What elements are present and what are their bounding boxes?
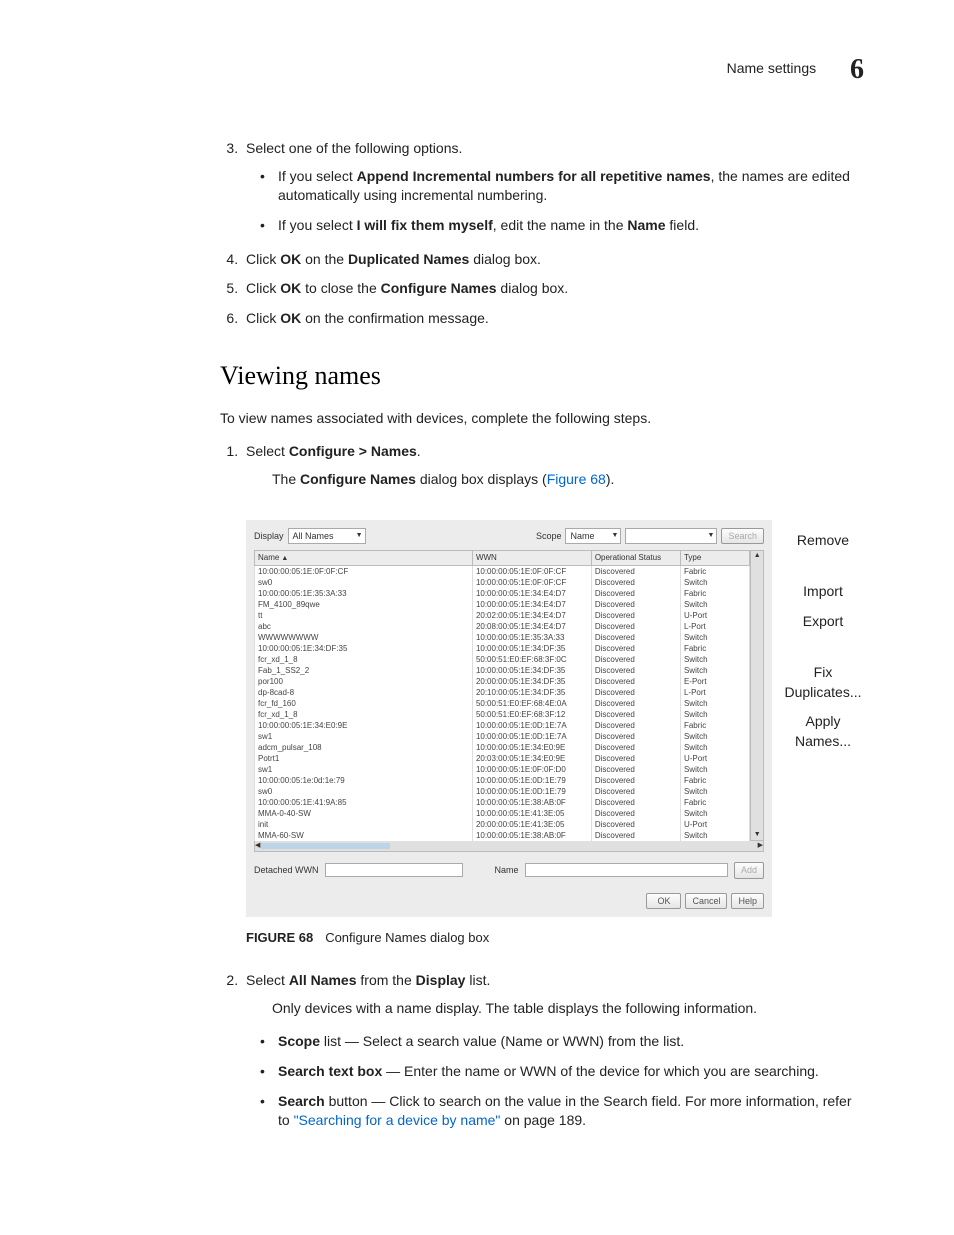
table-row[interactable]: por10020:00:00:05:1E:34:DF:35DiscoveredE…: [255, 676, 750, 687]
help-button[interactable]: Help: [731, 893, 764, 910]
table-row[interactable]: 10:00:00:05:1E:41:9A:8510:00:00:05:1E:38…: [255, 797, 750, 808]
header-section: Name settings: [727, 59, 816, 79]
section-intro: To view names associated with devices, c…: [220, 409, 864, 429]
horizontal-scrollbar[interactable]: ◀ ▶: [254, 840, 764, 852]
table-row[interactable]: 10:00:00:05:1E:34:E0:9E10:00:00:05:1E:0D…: [255, 720, 750, 731]
name-label: Name: [495, 864, 519, 877]
info-bullet-scope: Scope list — Select a search value (Name…: [278, 1032, 864, 1052]
table-row[interactable]: 10:00:00:05:1E:35:3A:3310:00:00:05:1E:34…: [255, 588, 750, 599]
table-row[interactable]: fcr_fd_16050:00:51:E0:EF:68:4E:0ADiscove…: [255, 698, 750, 709]
section-heading: Viewing names: [220, 358, 864, 394]
display-label: Display: [254, 530, 284, 543]
table-row[interactable]: abc20:08:00:05:1E:34:E4:D7DiscoveredL-Po…: [255, 621, 750, 632]
table-row[interactable]: MMA-0-40-SW10:00:00:05:1E:41:3E:05Discov…: [255, 808, 750, 819]
scope-label: Scope: [536, 530, 562, 543]
col-name[interactable]: Name▲: [255, 551, 473, 566]
table-row[interactable]: sw110:00:00:05:1E:0D:1E:7ADiscoveredSwit…: [255, 731, 750, 742]
chapter-number: 6: [850, 50, 864, 89]
table-row[interactable]: init20:00:00:05:1E:41:3E:05DiscoveredU-P…: [255, 819, 750, 830]
scroll-down-icon[interactable]: ▼: [754, 830, 761, 840]
figure-link[interactable]: Figure 68: [547, 471, 606, 487]
table-row[interactable]: 10:00:00:05:1E:0F:0F:CF10:00:00:05:1E:0F…: [255, 565, 750, 577]
fix-duplicates-button[interactable]: Fix Duplicates...: [782, 662, 864, 703]
scroll-right-icon[interactable]: ▶: [758, 841, 763, 851]
add-button[interactable]: Add: [734, 862, 764, 879]
table-row[interactable]: FM_4100_89qwe10:00:00:05:1E:34:E4:D7Disc…: [255, 599, 750, 610]
sort-asc-icon: ▲: [281, 555, 288, 562]
table-row[interactable]: Potrt120:03:00:05:1E:34:E0:9EDiscoveredU…: [255, 753, 750, 764]
scope-dropdown[interactable]: Name: [565, 528, 621, 544]
step-4: Click OK on the Duplicated Names dialog …: [242, 250, 864, 270]
info-bullet-searchbox: Search text box — Enter the name or WWN …: [278, 1062, 864, 1082]
import-button[interactable]: Import: [782, 581, 864, 603]
names-table: Name▲ WWN Operational Status Type 10:00:…: [254, 550, 750, 841]
col-status[interactable]: Operational Status: [591, 551, 680, 566]
configure-names-dialog: Display All Names Scope Name Search Name…: [246, 504, 864, 926]
remove-button[interactable]: Remove: [782, 530, 864, 552]
detached-wwn-label: Detached WWN: [254, 864, 319, 877]
display-dropdown[interactable]: All Names: [288, 528, 366, 544]
step3-bullet1: If you select Append Incremental numbers…: [278, 167, 864, 206]
table-row[interactable]: 10:00:00:05:1E:34:DF:3510:00:00:05:1E:34…: [255, 643, 750, 654]
table-row[interactable]: sw110:00:00:05:1E:0F:0F:D0DiscoveredSwit…: [255, 764, 750, 775]
col-type[interactable]: Type: [680, 551, 749, 566]
page-header: Name settings 6: [220, 50, 864, 89]
table-row[interactable]: adcm_pulsar_10810:00:00:05:1E:34:E0:9EDi…: [255, 742, 750, 753]
step-b2: Select All Names from the Display list. …: [242, 971, 864, 1131]
table-row[interactable]: sw010:00:00:05:1E:0F:0F:CFDiscoveredSwit…: [255, 577, 750, 588]
search-reference-link[interactable]: "Searching for a device by name": [294, 1112, 501, 1128]
table-row[interactable]: WWWWWWWW10:00:00:05:1E:35:3A:33Discovere…: [255, 632, 750, 643]
table-row[interactable]: 10:00:00:05:1e:0d:1e:7910:00:00:05:1E:0D…: [255, 775, 750, 786]
table-row[interactable]: fcr_xd_1_850:00:51:E0:EF:68:3F:12Discove…: [255, 709, 750, 720]
step-b1: Select Configure > Names. The Configure …: [242, 442, 864, 947]
export-button[interactable]: Export: [782, 611, 864, 633]
scroll-up-icon[interactable]: ▲: [754, 551, 761, 561]
side-button-panel: Remove Import Export Fix Duplicates... A…: [782, 504, 864, 753]
steps-list-b: Select Configure > Names. The Configure …: [220, 442, 864, 1131]
detached-wwn-input[interactable]: [325, 863, 463, 877]
apply-names-button[interactable]: Apply Names...: [782, 711, 864, 752]
info-bullet-searchbtn: Search button — Click to search on the v…: [278, 1092, 864, 1131]
scope-value-dropdown[interactable]: [625, 528, 717, 544]
table-row[interactable]: sw010:00:00:05:1E:0D:1E:79DiscoveredSwit…: [255, 786, 750, 797]
table-row[interactable]: MMA-60-SW10:00:00:05:1E:38:AB:0FDiscover…: [255, 830, 750, 841]
col-wwn[interactable]: WWN: [472, 551, 591, 566]
step3-bullet2: If you select I will fix them myself, ed…: [278, 216, 864, 236]
table-row[interactable]: dp-8cad-820:10:00:05:1E:34:DF:35Discover…: [255, 687, 750, 698]
step-6: Click OK on the confirmation message.: [242, 309, 864, 329]
vertical-scrollbar[interactable]: ▲ ▼: [750, 550, 764, 841]
step-5: Click OK to close the Configure Names di…: [242, 279, 864, 299]
figure-caption: FIGURE 68Configure Names dialog box: [246, 929, 864, 947]
ok-button[interactable]: OK: [646, 893, 681, 910]
scroll-left-icon[interactable]: ◀: [255, 841, 260, 851]
step-3: Select one of the following options. If …: [242, 139, 864, 235]
table-row[interactable]: Fab_1_SS2_210:00:00:05:1E:34:DF:35Discov…: [255, 665, 750, 676]
name-input[interactable]: [525, 863, 728, 877]
table-row[interactable]: fcr_xd_1_850:00:51:E0:EF:68:3F:0CDiscove…: [255, 654, 750, 665]
search-button[interactable]: Search: [721, 528, 764, 545]
cancel-button[interactable]: Cancel: [685, 893, 727, 910]
steps-list-a: Select one of the following options. If …: [220, 139, 864, 328]
table-row[interactable]: tt20:02:00:05:1E:34:E4:D7DiscoveredU-Por…: [255, 610, 750, 621]
